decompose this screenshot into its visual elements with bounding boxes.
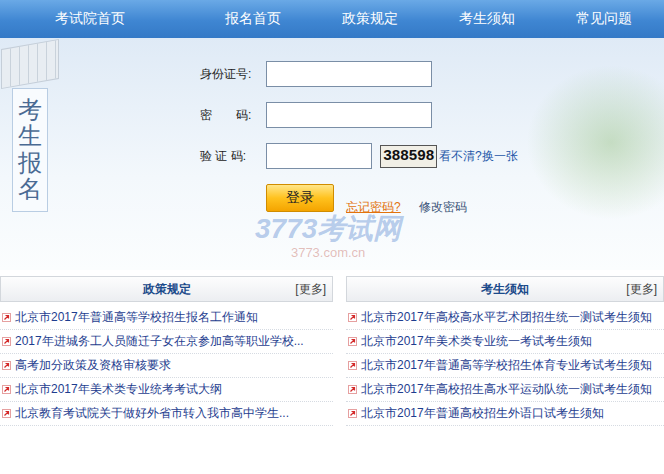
news-item[interactable]: 北京市2017年高校高水平艺术团招生统一测试考生须知 bbox=[346, 306, 664, 330]
panel-header: 政策规定 [更多] bbox=[0, 276, 333, 302]
news-item[interactable]: 北京市2017年高校招生高水平运动队统一测试考生须知 bbox=[346, 378, 664, 402]
arrow-icon bbox=[348, 337, 357, 346]
captcha-field[interactable] bbox=[266, 143, 372, 169]
news-item[interactable]: 高考加分政策及资格审核要求 bbox=[0, 354, 333, 378]
nav-item[interactable]: 考试院首页 bbox=[0, 10, 180, 28]
field-label: 密 码: bbox=[200, 107, 258, 124]
arrow-icon bbox=[2, 337, 11, 346]
arrow-icon bbox=[2, 313, 11, 322]
info-panels: 政策规定 [更多] 北京市2017年普通高等学校招生报名工作通知 2017年进城… bbox=[0, 270, 664, 426]
action-row: 登录 忘记密码?修改密码 bbox=[200, 184, 518, 212]
form-row: 身份证号: bbox=[200, 61, 518, 87]
news-list: 北京市2017年高校高水平艺术团招生统一测试考生须知 北京市2017年美术类专业… bbox=[346, 302, 664, 426]
news-item[interactable]: 北京市2017年美术类专业统考考试大纲 bbox=[0, 378, 333, 402]
more-link[interactable]: [更多] bbox=[626, 281, 657, 298]
account-link[interactable]: 修改密码 bbox=[419, 199, 467, 216]
side-decoration: 考生报名 bbox=[0, 38, 60, 270]
news-item[interactable]: 北京市2017年美术类专业统一考试考生须知 bbox=[346, 330, 664, 354]
watermark-title: 3773考试网 bbox=[255, 214, 401, 245]
arrow-icon bbox=[348, 361, 357, 370]
captcha-row: 验 证 码: 388598 看不清?换一张 bbox=[200, 143, 518, 169]
arrow-icon bbox=[2, 409, 11, 418]
form-row: 密 码: bbox=[200, 102, 518, 128]
text-field[interactable] bbox=[266, 61, 432, 87]
refresh-captcha-link[interactable]: 看不清?换一张 bbox=[439, 148, 518, 165]
arrow-icon bbox=[348, 385, 357, 394]
arrow-icon bbox=[348, 313, 357, 322]
field-label: 验 证 码: bbox=[200, 148, 258, 165]
news-panel: 政策规定 [更多] 北京市2017年普通高等学校招生报名工作通知 2017年进城… bbox=[0, 276, 333, 426]
account-link[interactable]: 忘记密码? bbox=[346, 199, 401, 216]
news-item[interactable]: 2017年进城务工人员随迁子女在京参加高等职业学校... bbox=[0, 330, 333, 354]
news-item[interactable]: 北京市2017年普通高等学校招生体育专业考试考生须知 bbox=[346, 354, 664, 378]
login-button[interactable]: 登录 bbox=[266, 184, 334, 212]
field-label: 身份证号: bbox=[200, 66, 258, 83]
news-panel: 考生须知 [更多] 北京市2017年高校高水平艺术团招生统一测试考生须知 北京市… bbox=[346, 276, 664, 426]
login-area: 考生报名 身份证号: 密 码: 验 证 码: 388598 看不清?换一张 登录… bbox=[0, 38, 664, 270]
arrow-icon bbox=[2, 385, 11, 394]
watermark: 3773考试网 3773.com.cn bbox=[255, 214, 401, 260]
panel-title: 政策规定 bbox=[143, 281, 191, 298]
news-item[interactable]: 北京市2017年普通高校招生外语口试考生须知 bbox=[346, 402, 664, 426]
nav-item[interactable]: 常见问题 bbox=[545, 10, 662, 28]
side-title: 考生报名 bbox=[18, 97, 42, 203]
news-item[interactable]: 北京教育考试院关于做好外省市转入我市高中学生... bbox=[0, 402, 333, 426]
nav-item[interactable]: 考生须知 bbox=[428, 10, 545, 28]
news-item[interactable]: 北京市2017年普通高等学校招生报名工作通知 bbox=[0, 306, 333, 330]
exam-registration-page: 考试院首页报名首页政策规定考生须知常见问题 考生报名 身份证号: 密 码: 验 … bbox=[0, 0, 664, 474]
nav-item[interactable]: 报名首页 bbox=[194, 10, 311, 28]
panel-title: 考生须知 bbox=[481, 281, 529, 298]
arrow-icon bbox=[2, 361, 11, 370]
top-nav: 考试院首页报名首页政策规定考生须知常见问题 bbox=[0, 0, 664, 38]
side-title-box: 考生报名 bbox=[12, 88, 48, 212]
nav-item[interactable]: 政策规定 bbox=[311, 10, 428, 28]
keyboard-icon bbox=[1, 39, 59, 89]
panel-header: 考生须知 [更多] bbox=[346, 276, 664, 302]
login-form: 身份证号: 密 码: 验 证 码: 388598 看不清?换一张 登录 忘记密码… bbox=[200, 38, 518, 270]
text-field[interactable] bbox=[266, 102, 432, 128]
captcha-image: 388598 bbox=[380, 145, 437, 168]
watermark-url: 3773.com.cn bbox=[291, 245, 365, 260]
news-list: 北京市2017年普通高等学校招生报名工作通知 2017年进城务工人员随迁子女在京… bbox=[0, 302, 333, 426]
arrow-icon bbox=[348, 409, 357, 418]
more-link[interactable]: [更多] bbox=[295, 281, 326, 298]
